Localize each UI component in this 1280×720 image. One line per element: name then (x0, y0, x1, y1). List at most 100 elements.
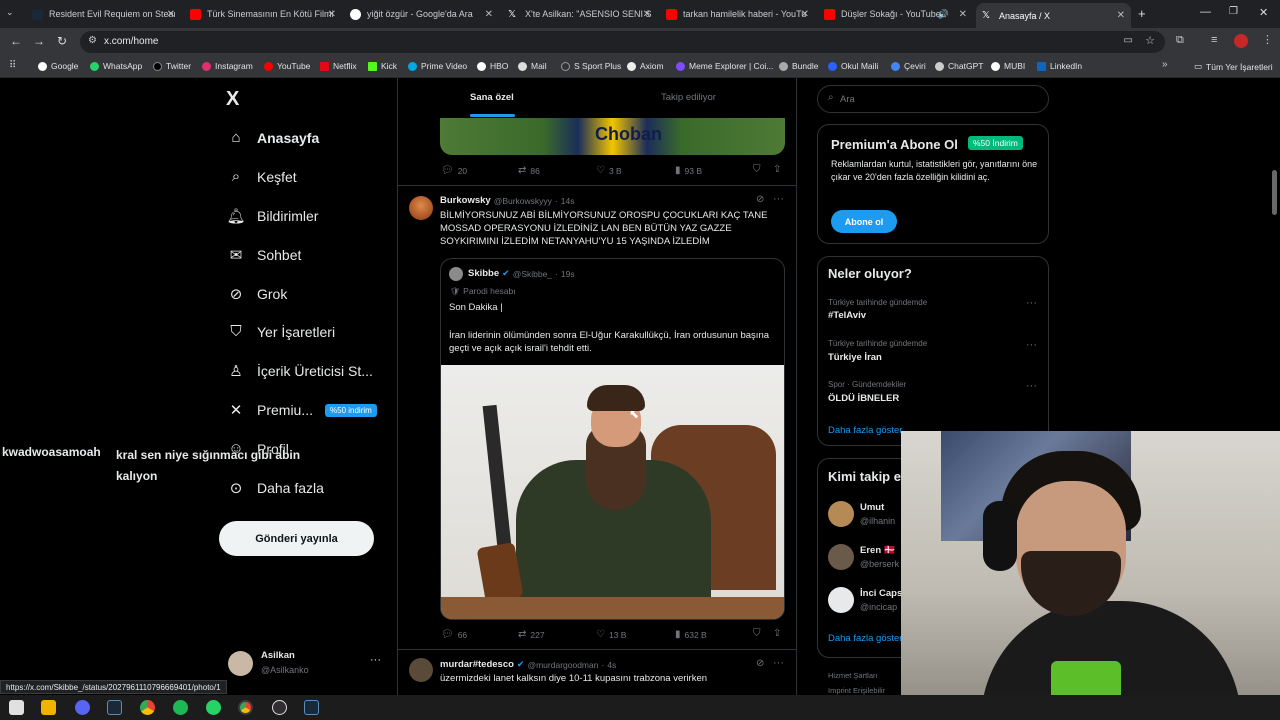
bookmark[interactable]: ChatGPT (935, 61, 983, 71)
bookmark[interactable]: MUBI (991, 61, 1025, 71)
new-tab-button[interactable]: + (1138, 6, 1146, 21)
share-button[interactable]: ⇪ (773, 628, 785, 639)
trend-item[interactable]: #TelAviv (828, 310, 866, 321)
bookmark-button[interactable]: ⛉ (753, 164, 765, 175)
close-tab-icon[interactable]: ✕ (1117, 10, 1125, 21)
media-icon[interactable]: ≡ (1211, 34, 1217, 46)
browser-tab[interactable]: Resident Evil Requiem on Steam ✕ (26, 3, 181, 25)
url-text[interactable]: x.com/home (104, 36, 158, 47)
cast-icon[interactable]: ▭ (1124, 35, 1133, 46)
tweet-photo[interactable]: ⬉ (441, 365, 784, 619)
browser-tab[interactable]: Türk Sinemasının En Kötü Filmi ✕ (184, 3, 342, 25)
bookmark-button[interactable]: ⛉ (753, 628, 765, 639)
bookmark[interactable]: Netflix (320, 61, 357, 71)
menu-icon[interactable]: ⋮ (1262, 33, 1273, 46)
bookmark[interactable]: WhatsApp (90, 61, 142, 71)
bookmark[interactable]: S Sport Plus (561, 61, 621, 71)
close-tab-icon[interactable]: ✕ (959, 9, 967, 20)
nav-home[interactable]: ⌂ Anasayfa (226, 129, 319, 146)
reload-icon[interactable]: ↻ (57, 34, 67, 48)
views-button[interactable]: ▮ 632 B (675, 629, 707, 640)
bookmark[interactable]: LinkedIn (1037, 61, 1082, 71)
browser-tab[interactable]: tarkan hamilelik haberi - YouTu ✕ (660, 3, 815, 25)
more-icon[interactable]: ··· (1026, 297, 1037, 309)
browser-tab[interactable]: yiğit özgür - Google'da Ara ✕ (344, 3, 499, 25)
follow-name[interactable]: Umut (860, 502, 884, 513)
back-icon[interactable]: ← (10, 34, 22, 48)
bookmark[interactable]: HBO (477, 61, 508, 71)
like-button[interactable]: ♡ 3 B (596, 165, 622, 176)
follow-name[interactable]: İnci Caps (860, 588, 902, 599)
bookmark[interactable]: Instagram (202, 61, 253, 71)
more-bookmarks-icon[interactable]: » (1162, 59, 1168, 70)
bookmark[interactable]: Axiom (627, 61, 664, 71)
nav-grok[interactable]: ⊘ Grok (226, 285, 288, 303)
like-button[interactable]: ♡ 13 B (596, 629, 626, 640)
file-explorer-icon[interactable] (41, 700, 56, 715)
show-more-link[interactable]: Daha fazla göster (828, 633, 902, 644)
star-icon[interactable]: ☆ (1145, 34, 1155, 47)
nav-premium[interactable]: ✕ Premiu... %50 indirim (226, 401, 377, 419)
follow-name[interactable]: Eren 🇩🇰 (860, 545, 896, 556)
grok-icon[interactable]: ⊘ (756, 194, 764, 205)
all-bookmarks-folder[interactable]: ▭ Tüm Yer İşaretleri (1194, 61, 1273, 72)
more-icon[interactable]: ··· (1026, 380, 1037, 392)
steam-icon[interactable] (107, 700, 122, 715)
close-tab-icon[interactable]: ✕ (485, 9, 493, 20)
minimize-button[interactable]: — (1200, 6, 1211, 18)
profile-avatar-icon[interactable] (1234, 34, 1248, 48)
more-icon[interactable]: ··· (1026, 339, 1037, 351)
share-button[interactable]: ⇪ (773, 164, 785, 175)
retweet-button[interactable]: ⇄ 227 (518, 629, 545, 640)
bookmark[interactable]: Kick (368, 61, 397, 71)
apps-icon[interactable]: ⠿ (9, 60, 16, 71)
browser-tab[interactable]: 𝕏 X'te Asilkan: "ASENSIO SENI SE ✕ (502, 3, 657, 25)
bookmark[interactable]: Meme Explorer | Coi... (676, 61, 773, 71)
whatsapp-icon[interactable] (206, 700, 221, 715)
spotify-icon[interactable] (173, 700, 188, 715)
subscribe-button[interactable]: Abone ol (831, 210, 897, 233)
search-box[interactable]: ⌕ Ara (817, 85, 1049, 113)
show-more-link[interactable]: Daha fazla göster (828, 425, 902, 436)
more-icon[interactable]: ··· (773, 657, 784, 669)
bookmark[interactable]: Bundle (779, 61, 818, 71)
tab-following[interactable]: Takip ediliyor (661, 92, 716, 103)
x-logo[interactable]: X (226, 88, 239, 111)
quoted-tweet[interactable]: Skibbe ✔ @Skibbe_ · 19s 🛡︎ Parodi hesabı… (440, 258, 785, 620)
retweet-button[interactable]: ⇄ 86 (518, 165, 540, 176)
browser-tab[interactable]: Düşler Sokağı - YouTube 🔊 ✕ (818, 3, 973, 25)
bookmark[interactable]: Çeviri (891, 61, 926, 71)
trend-item[interactable]: ÖLDÜ İBNELER (828, 393, 899, 404)
bookmark[interactable]: Okul Maili (828, 61, 878, 71)
page-scrollbar[interactable] (1272, 170, 1277, 215)
nav-creator-studio[interactable]: ♙ İçerik Üreticisi St... (226, 362, 373, 380)
nav-explore[interactable]: ⌕ Keşfet (226, 168, 297, 185)
address-bar[interactable]: ⚙ x.com/home ▭ ☆ (80, 31, 1165, 53)
site-info-icon[interactable]: ⚙ (88, 35, 97, 46)
extensions-icon[interactable]: ⧉ (1176, 34, 1184, 47)
nav-bookmarks[interactable]: ⛉ Yer İşaretleri (226, 323, 335, 340)
close-tab-icon[interactable]: ✕ (167, 9, 175, 20)
more-icon[interactable]: ··· (773, 193, 784, 205)
obs-icon[interactable] (272, 700, 287, 715)
grok-icon[interactable]: ⊘ (756, 658, 764, 669)
restore-button[interactable]: ❐ (1229, 6, 1238, 17)
bookmark[interactable]: YouTube (264, 61, 310, 71)
more-icon[interactable]: ··· (370, 654, 381, 666)
windows-start-icon[interactable] (9, 700, 24, 715)
reply-button[interactable]: 💬︎ 66 (441, 629, 467, 640)
tweet-image[interactable]: Choban (440, 118, 785, 155)
chrome-icon[interactable] (140, 700, 155, 715)
bookmark[interactable]: Mail (518, 61, 547, 71)
close-tab-icon[interactable]: ✕ (328, 9, 336, 20)
audio-playing-icon[interactable]: 🔊 (938, 9, 949, 20)
discord-icon[interactable] (75, 700, 90, 715)
close-window-button[interactable]: ✕ (1259, 6, 1268, 19)
close-tab-icon[interactable]: ✕ (801, 9, 809, 20)
reply-button[interactable]: 💬︎ 20 (441, 165, 467, 176)
footer-link[interactable]: Hizmet Şartları (828, 671, 878, 680)
bookmark[interactable]: Google (38, 61, 78, 71)
nav-messages[interactable]: ✉ Sohbet (226, 246, 302, 264)
bookmark[interactable]: Twitter (153, 61, 191, 71)
footer-link[interactable]: Imprint Erişilebilir (828, 686, 885, 695)
